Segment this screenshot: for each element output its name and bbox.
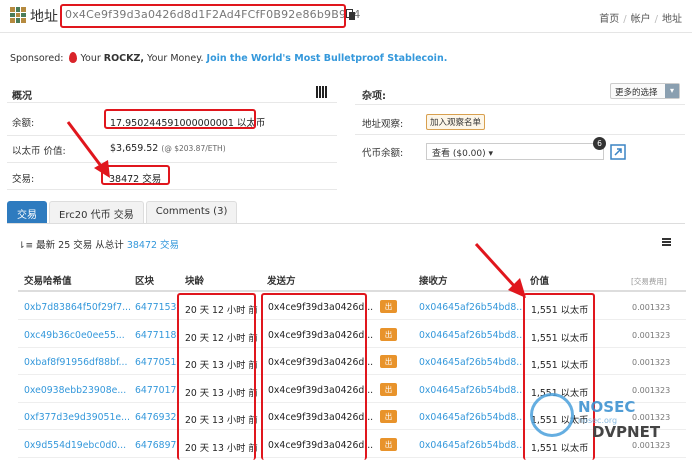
direction-out-badge: 出 (380, 382, 397, 396)
block-link[interactable]: 6477153 (135, 302, 176, 313)
col-to: 接收方 (419, 276, 448, 287)
to-address-link[interactable]: 0x04645af26b54bd8... (419, 385, 525, 396)
token-balance-label: 代币余额: (362, 148, 404, 159)
divider (7, 162, 337, 163)
block-link[interactable]: 6476897 (135, 440, 176, 451)
tab-bar: 交易 Erc20 代币 交易 Comments (3) (7, 201, 238, 223)
tx-hash-link[interactable]: 0xe0938ebb23908e... (24, 385, 126, 396)
direction-out-badge: 出 (380, 437, 397, 451)
divider (355, 134, 685, 135)
to-address-link[interactable]: 0x04645af26b54bd8... (419, 412, 525, 423)
add-watchlist-button[interactable]: 加入观察名单 (426, 114, 486, 130)
tab-comments[interactable]: Comments (3) (145, 201, 238, 223)
page-title: 地址 (30, 9, 58, 25)
direction-out-badge: 出 (380, 327, 397, 341)
more-options-button[interactable]: 更多的选择 ▾ (610, 83, 680, 99)
sponsored-banner: Sponsored: Your ROCKZ, Your Money. Join … (10, 52, 447, 64)
tx-fee: 0.001323 (632, 358, 671, 367)
to-address-link[interactable]: 0x04645af26b54bd8... (419, 357, 525, 368)
divider (7, 102, 337, 103)
sort-icon: ⇂≡ (18, 241, 34, 251)
copy-icon[interactable] (346, 9, 356, 21)
breadcrumb-address: 地址 (662, 14, 682, 25)
tab-transactions[interactable]: 交易 (7, 201, 47, 223)
watermark-logo-icon (530, 393, 574, 437)
tx-hash-link[interactable]: 0xf377d3e9d39051e... (24, 412, 130, 423)
sponsored-text-1: Your (80, 53, 101, 64)
sponsored-text-2: Your Money. (147, 53, 204, 64)
col-block: 区块 (135, 276, 155, 287)
tab-erc20-transfers[interactable]: Erc20 代币 交易 (49, 201, 144, 223)
highlight-box-tx-count (101, 165, 170, 185)
transactions-summary: ⇂≡ 最新 25 交易 从总计 38472 交易 (18, 240, 180, 251)
misc-title: 杂项: (362, 91, 386, 102)
highlight-box-age-column (177, 293, 256, 460)
breadcrumb: 首页 / 帐户 / 地址 (599, 14, 682, 25)
direction-out-badge: 出 (380, 410, 397, 423)
qr-code-icon[interactable] (316, 86, 328, 98)
tx-fee: 0.001323 (632, 413, 671, 422)
direction-out-badge: 出 (380, 300, 397, 313)
tx-fee: 0.001323 (632, 330, 671, 340)
eth-value: $3,659.52 (@ $203.87/ETH) (110, 143, 226, 154)
block-link[interactable]: 6477051 (135, 357, 176, 368)
chevron-down-icon: ▾ (665, 84, 679, 98)
tx-hash-link[interactable]: 0x9d554d19ebc0d0... (24, 440, 126, 451)
rockz-logo-icon (69, 52, 78, 63)
breadcrumb-home[interactable]: 首页 (599, 14, 619, 25)
sponsored-brand: ROCKZ, (103, 53, 145, 64)
highlight-box-balance (104, 109, 256, 129)
total-transactions-link[interactable]: 38472 交易 (127, 240, 179, 251)
sponsored-label: Sponsored: (10, 53, 64, 64)
watermark-brand: NOSEC (578, 398, 636, 416)
eth-value-label: 以太币 价值: (12, 146, 66, 157)
tx-hash-link[interactable]: 0xbaf8f91956df88bf... (24, 357, 127, 368)
token-balance-select[interactable]: 查看 ($0.00) ▾ (426, 143, 604, 160)
block-link[interactable]: 6477118 (135, 330, 176, 341)
balance-label: 余额: (12, 118, 35, 129)
tx-fee: 0.001323 (632, 303, 671, 312)
overview-title: 概况 (12, 91, 32, 102)
tx-fee: 0.001323 (632, 440, 671, 450)
watermark-partner: DVPNET (592, 423, 661, 441)
table-header (18, 268, 686, 292)
col-value: 价值 (530, 276, 550, 287)
col-fee: [交易费用] (631, 277, 667, 286)
sponsored-link[interactable]: Join the World's Most Bulletproof Stable… (207, 53, 448, 64)
tx-hash-link[interactable]: 0xc49b36c0e0ee55... (24, 330, 125, 341)
site-logo-icon[interactable] (10, 7, 26, 23)
divider (7, 135, 337, 136)
col-age: 块龄 (185, 276, 205, 287)
divider (7, 189, 337, 190)
menu-icon[interactable] (662, 238, 671, 246)
to-address-link[interactable]: 0x04645af26b54bd8... (419, 440, 525, 451)
watch-label: 地址观察: (362, 119, 404, 130)
highlight-box-address (60, 4, 346, 28)
tx-label: 交易: (12, 174, 35, 185)
token-count-badge: 6 (593, 137, 606, 150)
breadcrumb-accounts[interactable]: 帐户 (631, 14, 651, 25)
to-address-link[interactable]: 0x04645af26b54bd8... (419, 302, 525, 313)
direction-out-badge: 出 (380, 355, 397, 368)
col-hash: 交易哈希值 (24, 276, 72, 287)
highlight-box-from-column (261, 293, 367, 460)
to-address-link[interactable]: 0x04645af26b54bd8... (419, 330, 525, 341)
divider (355, 104, 685, 105)
block-link[interactable]: 6476932 (135, 412, 176, 423)
tx-fee: 0.001323 (632, 385, 671, 395)
block-link[interactable]: 6477017 (135, 385, 176, 396)
expand-icon[interactable] (610, 144, 626, 160)
tab-divider (7, 223, 685, 224)
col-from: 发送方 (267, 276, 296, 287)
tx-hash-link[interactable]: 0xb7d83864f50f29f7... (24, 302, 131, 313)
